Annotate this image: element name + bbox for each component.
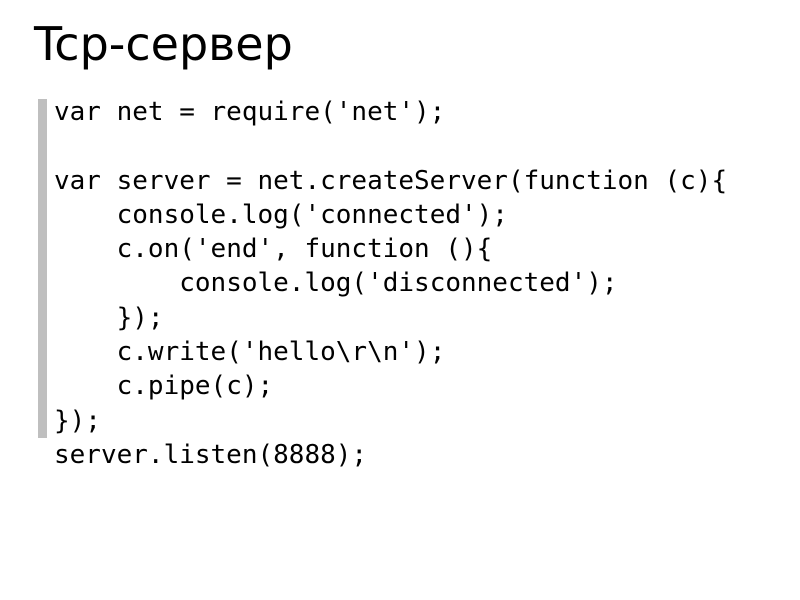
slide: Tcp-сервер var net = require('net'); var… [0, 0, 800, 600]
code-block: var net = require('net'); var server = n… [34, 95, 766, 472]
code-text: var net = require('net'); var server = n… [54, 95, 766, 472]
code-block-accent-bar [38, 99, 47, 438]
slide-title: Tcp-сервер [34, 18, 766, 71]
